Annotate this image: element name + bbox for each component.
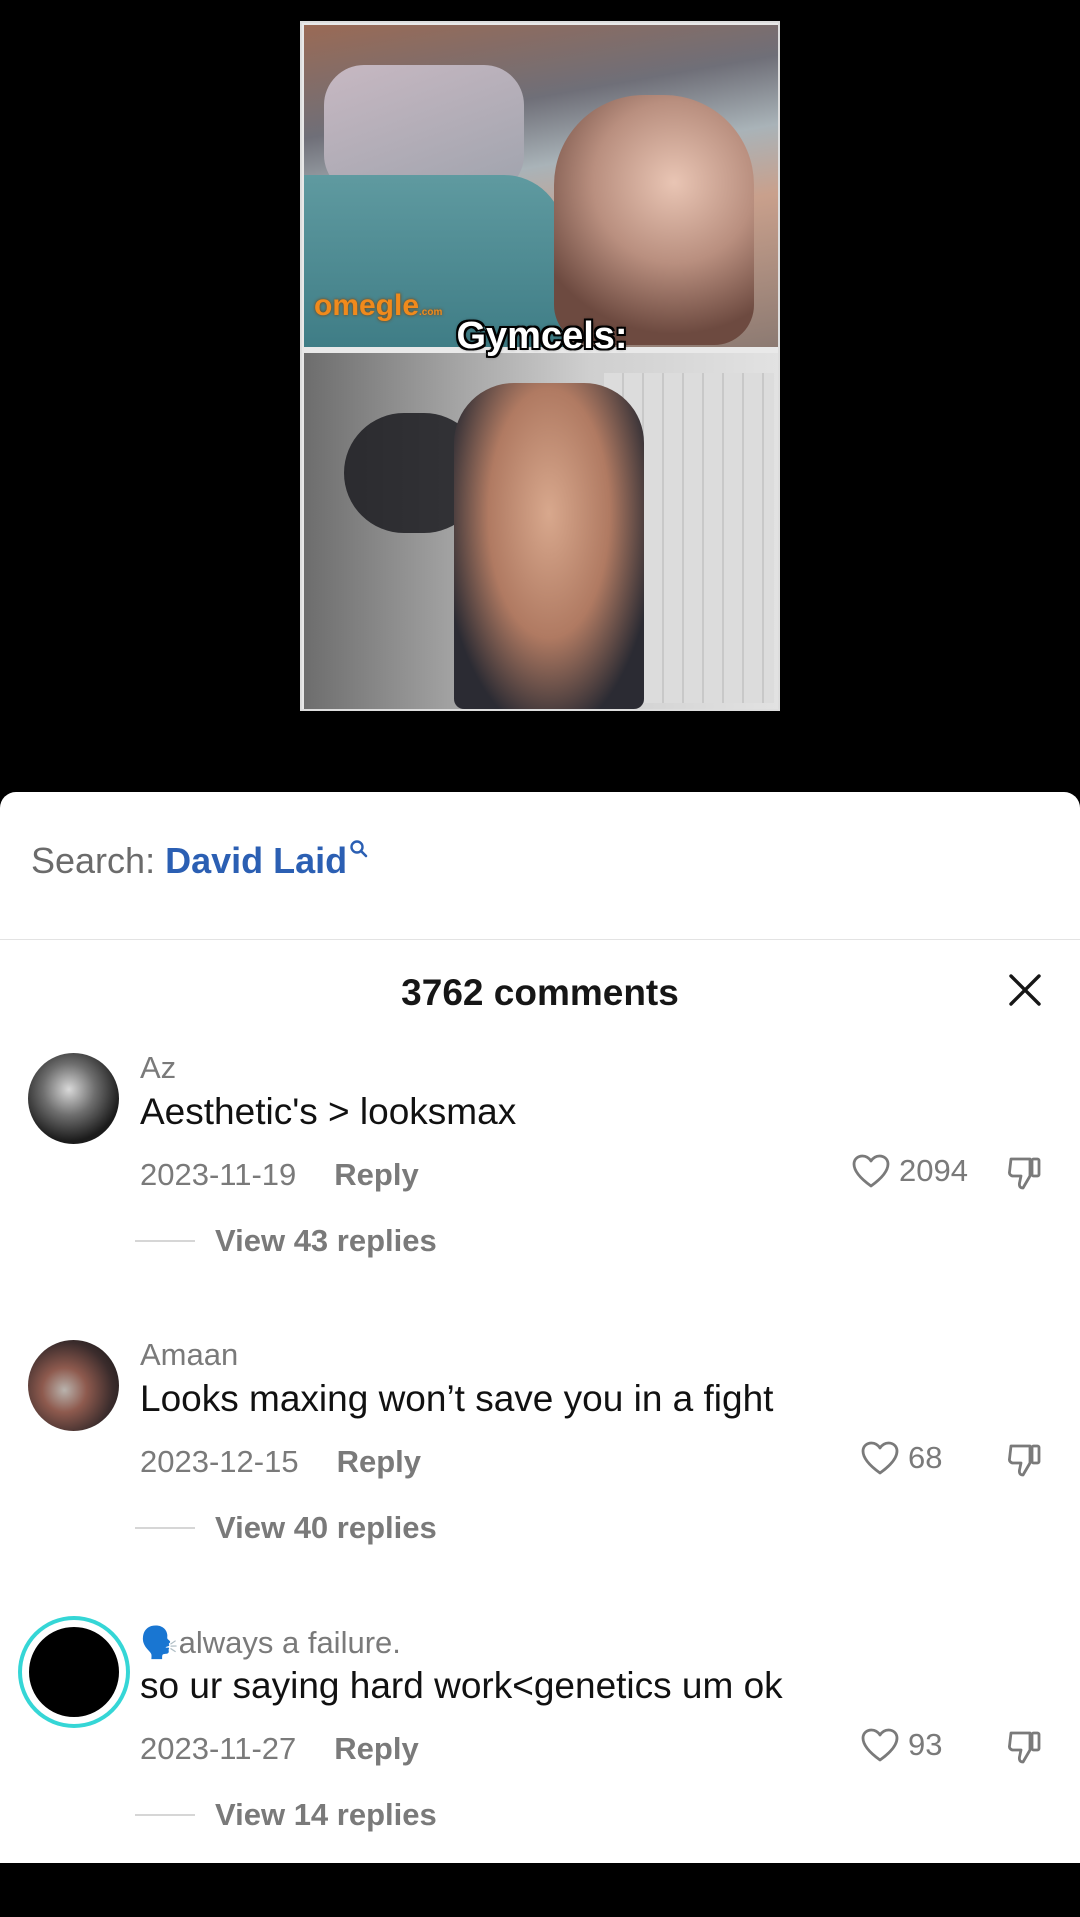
video-figure-bottom bbox=[454, 383, 644, 709]
comment-username[interactable]: Az bbox=[140, 1050, 176, 1086]
speaking-head-icon: 🗣️ bbox=[140, 1625, 179, 1660]
comment-date: 2023-11-19 bbox=[140, 1157, 297, 1192]
dislike-icon[interactable] bbox=[1005, 1441, 1043, 1484]
like-count: 68 bbox=[908, 1440, 943, 1475]
video-bottom-panel bbox=[304, 353, 778, 709]
video-player[interactable]: omegle.com Gymcels: bbox=[0, 0, 1080, 792]
reply-button[interactable]: Reply bbox=[334, 1731, 418, 1766]
dislike-icon[interactable] bbox=[1005, 1154, 1043, 1197]
reply-button[interactable]: Reply bbox=[334, 1157, 418, 1192]
avatar[interactable] bbox=[22, 1620, 126, 1724]
comment-text: so ur saying hard work<genetics um ok bbox=[140, 1665, 783, 1706]
comment-meta: 2023-11-27 Reply bbox=[140, 1731, 419, 1767]
view-replies-label: View 43 replies bbox=[215, 1223, 437, 1258]
comment-item: Az Aesthetic's > looksmax 2023-11-19 Repl… bbox=[0, 1050, 1080, 1343]
video-frame: omegle.com Gymcels: bbox=[300, 21, 780, 711]
replies-line bbox=[135, 1527, 195, 1529]
section-divider bbox=[0, 939, 1080, 940]
video-figure-top bbox=[554, 95, 754, 345]
heart-icon bbox=[852, 1154, 890, 1188]
comment-text: Looks maxing won’t save you in a fight bbox=[140, 1378, 774, 1419]
replies-line bbox=[135, 1240, 195, 1242]
avatar[interactable] bbox=[28, 1340, 119, 1431]
comments-count-title: 3762 comments bbox=[401, 972, 679, 1013]
replies-line bbox=[135, 1814, 195, 1816]
avatar[interactable] bbox=[28, 1053, 119, 1144]
search-prefix: Search: bbox=[31, 840, 156, 881]
dislike-icon[interactable] bbox=[1005, 1728, 1043, 1771]
comment-username[interactable]: Amaan bbox=[140, 1337, 238, 1373]
like-button[interactable]: 93 bbox=[860, 1727, 942, 1763]
view-replies-label: View 14 replies bbox=[215, 1797, 437, 1832]
comment-text: Aesthetic's > looksmax bbox=[140, 1091, 517, 1132]
search-icon bbox=[349, 826, 369, 868]
comment-item: 🗣️always a failure. so ur saying hard wo… bbox=[0, 1620, 1080, 1917]
comment-date: 2023-11-27 bbox=[140, 1731, 297, 1766]
like-button[interactable]: 68 bbox=[860, 1440, 942, 1476]
like-button[interactable]: 2094 bbox=[851, 1153, 968, 1189]
video-caption: Gymcels: bbox=[456, 315, 628, 357]
reply-button[interactable]: Reply bbox=[337, 1444, 421, 1479]
heart-icon bbox=[861, 1728, 899, 1762]
view-replies-button[interactable]: View 43 replies bbox=[135, 1223, 437, 1259]
view-replies-button[interactable]: View 40 replies bbox=[135, 1510, 437, 1546]
comment-item: Amaan Looks maxing won’t save you in a f… bbox=[0, 1337, 1080, 1630]
comment-meta: 2023-11-19 Reply bbox=[140, 1157, 419, 1193]
heart-icon bbox=[861, 1441, 899, 1475]
close-icon[interactable] bbox=[1005, 970, 1045, 1010]
like-count: 93 bbox=[908, 1727, 943, 1762]
comment-date: 2023-12-15 bbox=[140, 1444, 299, 1479]
comment-meta: 2023-12-15 Reply bbox=[140, 1444, 421, 1480]
like-count: 2094 bbox=[899, 1153, 968, 1188]
search-term-link[interactable]: David Laid bbox=[165, 840, 347, 881]
view-replies-label: View 40 replies bbox=[215, 1510, 437, 1545]
username-text: always a failure. bbox=[178, 1625, 401, 1660]
search-suggestion[interactable]: Search: David Laid bbox=[31, 840, 368, 882]
view-replies-button[interactable]: View 14 replies bbox=[135, 1797, 437, 1833]
comment-username[interactable]: 🗣️always a failure. bbox=[140, 1624, 401, 1661]
comments-sheet: Search: David Laid 3762 comments Az Aest… bbox=[0, 792, 1080, 1863]
video-progress-bar[interactable] bbox=[590, 709, 730, 711]
